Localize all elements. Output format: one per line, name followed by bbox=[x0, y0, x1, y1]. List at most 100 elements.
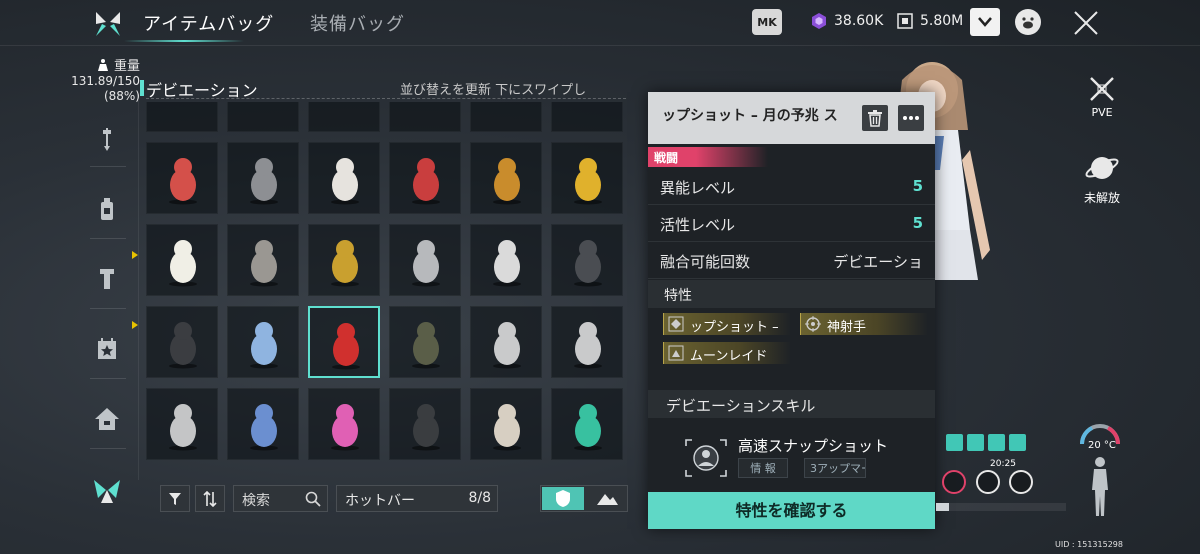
check-traits-button[interactable]: 特性を確認する bbox=[648, 492, 935, 529]
buff-bar bbox=[946, 434, 1030, 454]
grid-cell[interactable] bbox=[470, 388, 542, 460]
wrench-icon[interactable] bbox=[94, 126, 120, 152]
golden-snail-icon bbox=[574, 158, 602, 205]
house-icon[interactable] bbox=[94, 406, 120, 432]
grid-cell[interactable] bbox=[308, 306, 380, 378]
mk-badge-button[interactable]: MK bbox=[752, 9, 782, 35]
grid-cell-partial[interactable] bbox=[227, 102, 299, 132]
toggle-deviation-view[interactable] bbox=[542, 487, 584, 510]
grid-cell[interactable] bbox=[146, 142, 218, 214]
grid-cell[interactable] bbox=[389, 224, 461, 296]
top-divider bbox=[0, 45, 1200, 46]
grid-cell[interactable] bbox=[470, 306, 542, 378]
grid-cell[interactable] bbox=[389, 306, 461, 378]
status-circle bbox=[942, 470, 966, 494]
grid-cell[interactable] bbox=[389, 388, 461, 460]
traits-header: 特性 bbox=[648, 280, 935, 308]
trait-chip[interactable]: ムーンレイド bbox=[663, 342, 791, 364]
buff-icon bbox=[988, 434, 1005, 451]
grid-cell[interactable] bbox=[146, 224, 218, 296]
grid-cell-partial[interactable] bbox=[389, 102, 461, 132]
grid-cell[interactable] bbox=[551, 142, 623, 214]
grid-cell-partial[interactable] bbox=[308, 102, 380, 132]
stat-label: 活性レベル bbox=[660, 216, 736, 234]
hotbar-button[interactable]: ホットバー 8/8 bbox=[336, 485, 498, 512]
calendar-star-icon[interactable] bbox=[94, 336, 120, 362]
bottle-icon[interactable] bbox=[94, 196, 120, 222]
skill-tag: 情 報 bbox=[738, 458, 788, 478]
grid-cell[interactable] bbox=[308, 388, 380, 460]
red-bird-icon bbox=[412, 158, 440, 205]
white-beast-icon bbox=[493, 322, 521, 369]
sort-button[interactable] bbox=[195, 485, 225, 512]
new-item-marker bbox=[132, 251, 138, 259]
tab-equipment-bag[interactable]: 装備バッグ bbox=[310, 10, 405, 36]
grid-cell[interactable] bbox=[227, 142, 299, 214]
grid-cell[interactable] bbox=[146, 306, 218, 378]
top-bar: アイテムバッグ 装備バッグ MK 38.60K 5.80M bbox=[0, 0, 1200, 46]
coin-icon bbox=[897, 13, 913, 29]
grid-cell[interactable] bbox=[227, 224, 299, 296]
grid-cell[interactable] bbox=[146, 388, 218, 460]
sidebar-divider bbox=[90, 448, 126, 449]
grid-cell[interactable] bbox=[551, 388, 623, 460]
temperature-readout: 20 °C bbox=[1088, 440, 1116, 451]
buff-icon bbox=[946, 434, 963, 451]
grid-cell[interactable] bbox=[308, 224, 380, 296]
stone-owl-icon bbox=[250, 240, 278, 287]
sidebar-divider bbox=[90, 238, 126, 239]
section-divider bbox=[146, 98, 626, 99]
blue-loop-icon bbox=[250, 404, 278, 451]
grid-cell-partial[interactable] bbox=[146, 102, 218, 132]
close-icon[interactable] bbox=[1072, 9, 1100, 37]
currency-crystal: 38.60K bbox=[810, 12, 883, 30]
crosshair-icon bbox=[805, 316, 821, 332]
weight-indicator: 重量 131.89/150 (88%) bbox=[60, 58, 140, 104]
sidebar-divider bbox=[90, 166, 126, 167]
hotbar-label: ホットバー bbox=[345, 493, 415, 509]
locked-feature-button[interactable]: 未解放 bbox=[1078, 150, 1126, 206]
white-rabbit-icon bbox=[493, 240, 521, 287]
grid-cell[interactable] bbox=[227, 388, 299, 460]
grid-cell[interactable] bbox=[470, 224, 542, 296]
trait-chip[interactable]: ップショット – bbox=[663, 313, 791, 335]
search-input[interactable]: 検索 bbox=[233, 485, 328, 512]
scarecrow-icon bbox=[493, 158, 521, 205]
grid-cell[interactable] bbox=[551, 306, 623, 378]
weight-value: 131.89/150 bbox=[71, 74, 140, 88]
deviation-grid bbox=[146, 102, 630, 476]
black-hand-icon bbox=[169, 322, 197, 369]
toggle-landscape-view[interactable] bbox=[587, 487, 627, 510]
mountain-icon bbox=[597, 494, 618, 505]
category-tag: 戦闘 bbox=[648, 147, 768, 167]
red-dragon-icon bbox=[169, 158, 197, 205]
grid-cell[interactable] bbox=[551, 224, 623, 296]
deviation-icon[interactable] bbox=[92, 476, 122, 506]
grid-cell[interactable] bbox=[470, 142, 542, 214]
more-options-button[interactable] bbox=[898, 105, 924, 131]
stat-row-activity-level: 活性レベル 5 bbox=[648, 206, 935, 242]
hotbar-count: 8/8 bbox=[468, 490, 491, 506]
stat-row-fusion-count: 融合可能回数 デビエーショ bbox=[648, 243, 935, 279]
tab-item-bag[interactable]: アイテムバッグ bbox=[143, 10, 274, 36]
grid-cell-partial[interactable] bbox=[470, 102, 542, 132]
search-label: 検索 bbox=[242, 493, 270, 509]
grid-cell[interactable] bbox=[227, 306, 299, 378]
menu-logo-icon[interactable] bbox=[92, 8, 124, 40]
grid-cell[interactable] bbox=[389, 142, 461, 214]
search-icon bbox=[305, 491, 321, 507]
trait-label: ップショット – bbox=[690, 320, 779, 335]
white-goat-icon bbox=[169, 404, 197, 451]
grid-cell-partial[interactable] bbox=[551, 102, 623, 132]
dropdown-button[interactable] bbox=[970, 8, 1000, 36]
pve-button[interactable]: PVE bbox=[1084, 75, 1120, 119]
bolt-icon[interactable] bbox=[94, 266, 120, 292]
delete-button[interactable] bbox=[862, 105, 888, 131]
pig-mascot-icon[interactable] bbox=[1015, 9, 1041, 35]
grid-cell[interactable] bbox=[308, 142, 380, 214]
stat-label: 異能レベル bbox=[660, 179, 736, 197]
filter-button[interactable] bbox=[160, 485, 190, 512]
trait-label: 神射手 bbox=[827, 320, 867, 335]
trait-chip[interactable]: 神射手 bbox=[800, 313, 928, 335]
buff-icon bbox=[967, 434, 984, 451]
